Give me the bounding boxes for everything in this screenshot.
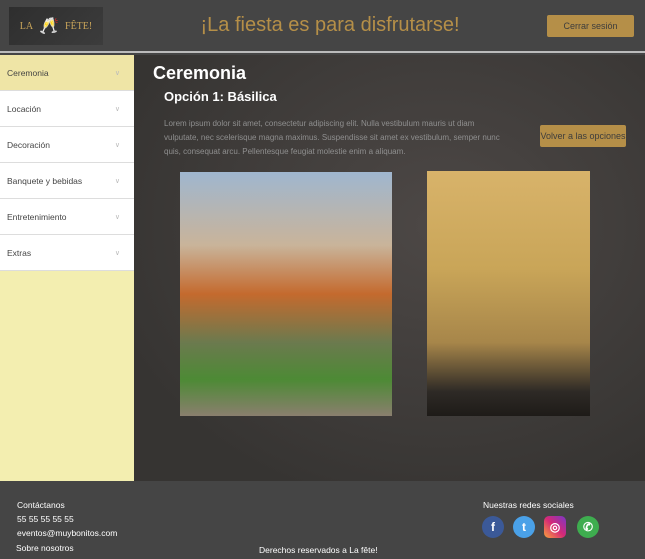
chevron-down-icon: ∨ xyxy=(114,177,120,185)
section-title: Ceremonia xyxy=(153,63,247,83)
sidebar-item-label: Ceremonia xyxy=(7,67,49,78)
contact-phone: 55 55 55 55 55 xyxy=(17,514,74,524)
chevron-down-icon: ∨ xyxy=(114,249,120,257)
logo-text: LA xyxy=(19,20,34,32)
sidebar-item-label: Entretenimiento xyxy=(7,211,67,222)
contact-email[interactable]: eventos@muybonitos.com xyxy=(17,528,117,538)
option-title: Opción 1: Básilica xyxy=(164,89,277,104)
facebook-icon[interactable]: f xyxy=(482,516,504,538)
twitter-icon[interactable]: t xyxy=(513,516,535,538)
sidebar-item-locacion[interactable]: Locación ∨ xyxy=(0,91,134,127)
sidebar-item-ceremonia[interactable]: Ceremonia ∨ xyxy=(0,55,134,91)
instagram-icon[interactable]: ◎ xyxy=(544,516,566,538)
page-slogan: ¡La fiesta es para disfrutarse! xyxy=(200,14,460,36)
logout-button[interactable]: Cerrar sesión xyxy=(547,15,634,37)
chevron-down-icon: ∨ xyxy=(114,105,120,113)
basilica-interior-image xyxy=(427,171,590,416)
whatsapp-icon[interactable]: ✆ xyxy=(577,516,599,538)
chevron-down-icon: ∨ xyxy=(114,141,120,149)
contact-title: Contáctanos xyxy=(17,500,65,510)
social-title: Nuestras redes sociales xyxy=(483,500,574,510)
sidebar-item-label: Decoración xyxy=(7,139,50,150)
basilica-exterior-image xyxy=(180,172,392,416)
chevron-down-icon: ∨ xyxy=(114,69,120,77)
sidebar-item-decoracion[interactable]: Decoración ∨ xyxy=(0,127,134,163)
option-description: Lorem ipsum dolor sit amet, consectetur … xyxy=(164,119,500,156)
sidebar-item-extras[interactable]: Extras ∨ xyxy=(0,235,134,271)
sidebar-item-entretenimiento[interactable]: Entretenimiento ∨ xyxy=(0,199,134,235)
sidebar: Ceremonia ∨ Locación ∨ Decoración ∨ Banquet… xyxy=(0,55,134,481)
sidebar-item-banquete[interactable]: Banquete y bebidas ∨ xyxy=(0,163,134,199)
about-link[interactable]: Sobre nosotros xyxy=(16,543,74,553)
logo[interactable]: LA 🥂 FÊTE! xyxy=(9,7,103,45)
sidebar-item-label: Locación xyxy=(7,103,42,114)
main-content: Ceremonia Opción 1: Básilica Lorem ipsum… xyxy=(134,55,645,481)
champagne-glasses-icon: 🥂 xyxy=(39,18,60,35)
chevron-down-icon: ∨ xyxy=(114,213,120,221)
sidebar-item-label: Extras xyxy=(7,247,32,258)
header: LA 🥂 FÊTE! ¡La fiesta es para disfrutars… xyxy=(0,0,645,53)
logo-text: FÊTE! xyxy=(65,20,93,32)
sidebar-item-label: Banquete y bebidas xyxy=(7,175,83,186)
copyright: Derechos reservados a La fête! xyxy=(259,545,378,555)
back-to-options-button[interactable]: Volver a las opciones xyxy=(540,125,626,147)
